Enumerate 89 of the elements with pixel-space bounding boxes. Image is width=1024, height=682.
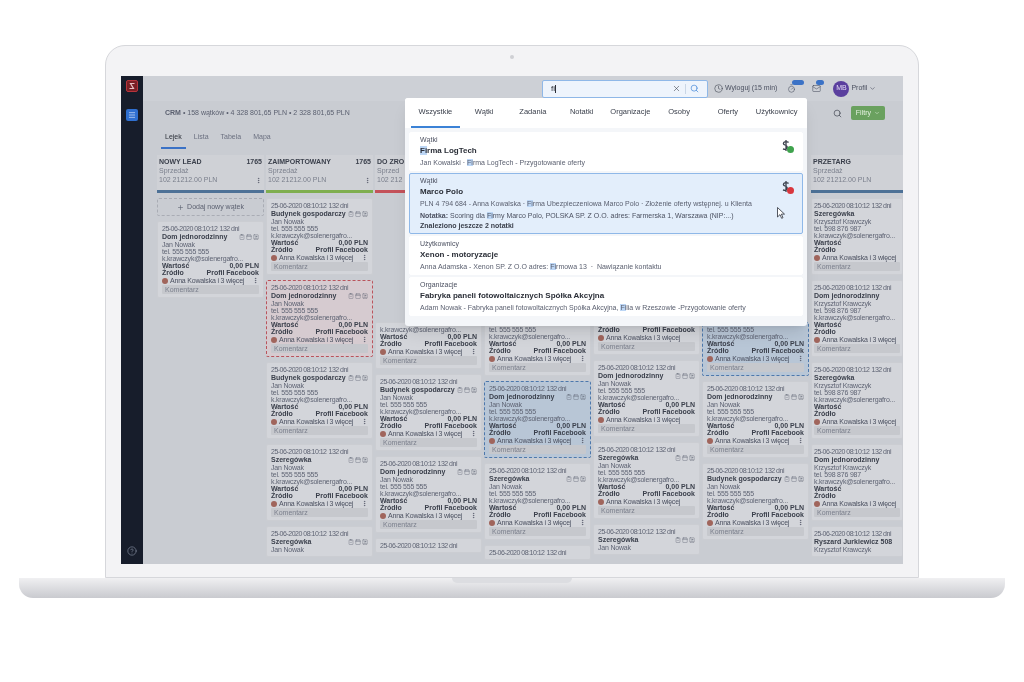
calendar-icon[interactable] <box>573 393 579 400</box>
clock-icon <box>714 84 723 93</box>
calendar-icon[interactable] <box>791 393 797 400</box>
avatar-icon <box>707 355 713 362</box>
contact-icon[interactable] <box>689 372 695 379</box>
calendar-icon[interactable] <box>355 292 361 299</box>
task-icon[interactable] <box>566 393 572 400</box>
avatar-icon <box>271 336 277 343</box>
task-icon[interactable] <box>239 233 245 240</box>
calendar-icon[interactable] <box>791 475 797 482</box>
clear-icon[interactable] <box>672 84 681 93</box>
contact-icon[interactable] <box>362 456 368 463</box>
avatar-icon <box>489 437 495 444</box>
calendar-icon[interactable] <box>464 468 470 475</box>
notification-badge <box>816 80 825 85</box>
contact-icon[interactable] <box>471 468 477 475</box>
avatar-icon <box>271 500 277 507</box>
task-icon[interactable] <box>675 372 681 379</box>
contact-icon[interactable] <box>798 475 804 482</box>
chevron-icon <box>869 85 877 92</box>
avatar-icon <box>162 277 168 284</box>
task-icon[interactable] <box>675 536 681 543</box>
contact-icon[interactable] <box>362 210 368 217</box>
avatar-icon <box>814 254 820 261</box>
task-icon[interactable] <box>675 454 681 461</box>
contact-icon[interactable] <box>798 393 804 400</box>
avatar-icon <box>707 519 713 526</box>
contact-icon[interactable] <box>362 374 368 381</box>
task-icon[interactable] <box>348 374 354 381</box>
plus-icon <box>177 203 185 211</box>
task-icon[interactable] <box>784 475 790 482</box>
calendar-icon[interactable] <box>682 536 688 543</box>
search-field[interactable]: fi <box>542 79 708 98</box>
avatar-icon <box>814 418 820 425</box>
avatar-icon <box>598 416 604 423</box>
logo-icon <box>126 80 138 92</box>
contact-icon[interactable] <box>580 475 586 482</box>
avatar-icon <box>598 334 604 341</box>
cursor-icon <box>777 207 785 219</box>
task-icon[interactable] <box>566 475 572 482</box>
calendar-icon[interactable] <box>355 374 361 381</box>
task-icon[interactable] <box>784 393 790 400</box>
avatar-icon <box>814 336 820 343</box>
result-title: Marco Polo <box>420 187 464 197</box>
calendar-icon[interactable] <box>355 456 361 463</box>
timer-icon[interactable] <box>787 84 797 93</box>
contact-icon[interactable] <box>689 454 695 461</box>
result-title: Xenon - motoryzacje <box>420 250 499 260</box>
result-title: Fabryka paneli fotowoltaicznych Spółka Akcyjna <box>420 291 605 301</box>
avatar-icon <box>489 355 495 362</box>
search-icon[interactable] <box>690 84 699 93</box>
contact-icon[interactable] <box>362 292 368 299</box>
task-icon[interactable] <box>457 468 463 475</box>
calendar-icon[interactable] <box>682 454 688 461</box>
contact-icon[interactable] <box>580 393 586 400</box>
task-icon[interactable] <box>348 292 354 299</box>
task-icon[interactable] <box>348 456 354 463</box>
task-icon[interactable] <box>348 210 354 217</box>
calendar-icon[interactable] <box>246 233 252 240</box>
calendar-icon[interactable] <box>682 372 688 379</box>
menu-button[interactable] <box>126 109 138 121</box>
avatar-icon <box>271 418 277 425</box>
task-icon[interactable] <box>348 538 354 545</box>
avatar-icon <box>380 512 386 519</box>
menu-icon <box>128 111 136 119</box>
avatar-icon <box>707 437 713 444</box>
avatar-icon <box>271 254 277 261</box>
task-icon[interactable] <box>457 386 463 393</box>
avatar-icon <box>380 430 386 437</box>
avatar-icon <box>380 348 386 355</box>
mail-icon[interactable] <box>812 84 822 93</box>
avatar-icon <box>598 498 604 505</box>
notification-badge <box>792 80 805 85</box>
help-icon[interactable] <box>127 546 137 556</box>
contact-icon[interactable] <box>689 536 695 543</box>
contact-icon[interactable] <box>253 233 259 240</box>
calendar-icon[interactable] <box>355 210 361 217</box>
contact-icon[interactable] <box>471 386 477 393</box>
calendar-icon[interactable] <box>355 538 361 545</box>
camera-icon <box>510 55 514 59</box>
calendar-icon[interactable] <box>464 386 470 393</box>
contact-icon[interactable] <box>362 538 368 545</box>
chevron-icon <box>874 110 880 116</box>
avatar-icon <box>814 500 820 507</box>
avatar-icon <box>489 519 495 526</box>
search-icon[interactable] <box>832 108 842 118</box>
search-result[interactable] <box>409 173 803 234</box>
result-title: Firma LogTech <box>420 146 477 156</box>
calendar-icon[interactable] <box>573 475 579 482</box>
